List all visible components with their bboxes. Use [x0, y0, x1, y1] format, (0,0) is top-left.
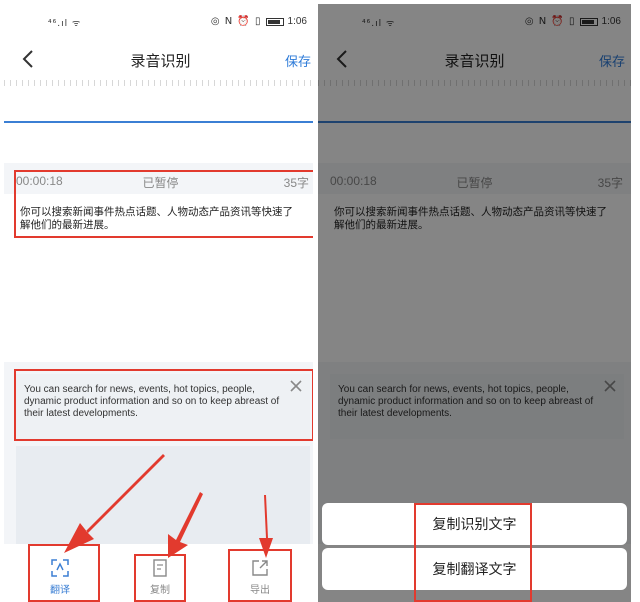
recognition-content: 你可以搜索新闻事件热点话题、人物动态产品资讯等快速了解他们的最新进展。: [4, 194, 317, 362]
signal-icon: ⁴⁶.ıl ᯤ: [48, 19, 82, 29]
copy-recognized-button[interactable]: 复制识别文字: [322, 503, 627, 545]
copy-label: 复制: [150, 585, 170, 596]
recording-status: 已暂停: [142, 176, 179, 190]
save-button[interactable]: 保存: [285, 51, 311, 70]
timeline-ticks: [4, 80, 317, 86]
bottom-toolbar: 翻译 复制 导出: [4, 544, 317, 602]
blank-area: [16, 446, 310, 544]
recognized-text[interactable]: 你可以搜索新闻事件热点话题、人物动态产品资讯等快速了解他们的最新进展。: [20, 206, 299, 232]
translated-text[interactable]: You can search for news, events, hot top…: [24, 384, 284, 420]
waveform-area: [4, 78, 317, 163]
translate-icon: [51, 559, 69, 577]
copy-translated-button[interactable]: 复制翻译文字: [322, 548, 627, 590]
translate-button[interactable]: 翻译: [30, 552, 90, 596]
char-count: 35字: [283, 176, 309, 190]
recording-meta: 00:00:18 已暂停 35字: [4, 170, 317, 192]
export-icon: [252, 560, 268, 576]
waveform-line: [4, 121, 317, 123]
page-title: 录音识别: [130, 53, 191, 70]
close-icon[interactable]: [290, 380, 302, 392]
status-bar: ⁴⁶.ıl ᯤ ◎ N ⏰ ▯ 1:06: [4, 4, 317, 40]
translate-label: 翻译: [50, 585, 70, 596]
right-phone-screen: ⁴⁶.ıl ᯤ ◎ N ⏰ ▯ 1:06 录音识别 保存 00:00:18 已暂…: [318, 4, 631, 602]
copy-icon: [153, 559, 167, 577]
export-label: 导出: [250, 585, 270, 596]
status-time: 1:06: [287, 16, 307, 27]
export-button[interactable]: 导出: [230, 552, 290, 596]
battery-icon: [265, 17, 284, 26]
nav-bar: 录音识别 保存: [4, 40, 317, 78]
translation-panel: You can search for news, events, hot top…: [16, 374, 310, 439]
copy-button[interactable]: 复制: [130, 552, 190, 596]
left-phone-screen: ⁴⁶.ıl ᯤ ◎ N ⏰ ▯ 1:06 录音识别 保存 00:00:18 已暂…: [4, 4, 317, 602]
status-icons: ◎ N ⏰ ▯: [210, 16, 262, 27]
